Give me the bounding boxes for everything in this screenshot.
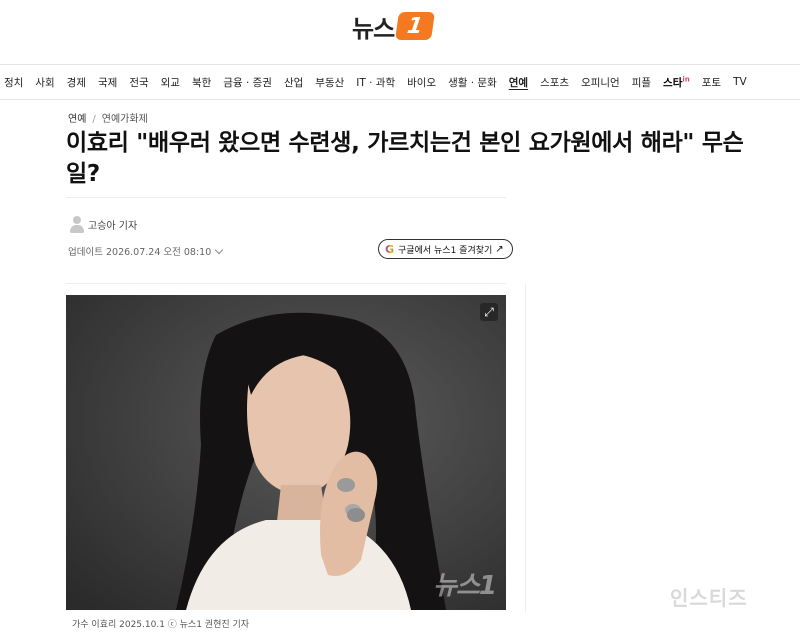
nav-item-people[interactable]: 피플: [626, 75, 657, 90]
google-favorite-button[interactable]: G 구글에서 뉴스1 즐겨찾기 ↗: [378, 239, 513, 259]
photo-illustration: [66, 295, 506, 610]
nav-item-diplomacy[interactable]: 외교: [155, 75, 186, 90]
page-watermark: 인스티즈: [670, 586, 748, 610]
photo-caption: 가수 이효리 2025.10.1 ⓒ 뉴스1 권현진 기자: [72, 620, 250, 630]
nav-item-real-estate[interactable]: 부동산: [309, 75, 350, 90]
google-button-label: 구글에서 뉴스1 즐겨찾기: [398, 245, 493, 256]
nav-item-entertainment[interactable]: 연예: [503, 75, 534, 90]
article-headline: 이효리 "배우러 왔으면 수련생, 가르치는건 본인 요가원에서 해라" 무슨 …: [66, 130, 744, 187]
nav-item-photo[interactable]: 포토: [696, 75, 727, 90]
photo-watermark: 뉴스1: [433, 571, 497, 601]
author-name: 고승아 기자: [88, 221, 138, 232]
nav-item-north-korea[interactable]: 북한: [186, 75, 217, 90]
logo-text: 뉴스: [352, 14, 395, 43]
person-icon: [70, 216, 84, 233]
nav-item-opinion[interactable]: 오피니언: [575, 75, 626, 90]
author-byline[interactable]: 고승아 기자: [70, 216, 137, 233]
nav-item-it-science[interactable]: IT · 과학: [350, 75, 401, 90]
nav-item-bio[interactable]: 바이오: [401, 75, 442, 90]
column-divider: [525, 283, 526, 613]
nav-item-society[interactable]: 사회: [29, 75, 60, 90]
nav-item-finance[interactable]: 금융 · 증권: [217, 75, 278, 90]
breadcrumb-separator: /: [92, 114, 96, 125]
article-photo[interactable]: ⤢ 뉴스1: [66, 295, 506, 610]
nav-item-sports[interactable]: 스포츠: [534, 75, 575, 90]
nav-item-national[interactable]: 전국: [123, 75, 154, 90]
star-suffix: in: [682, 75, 690, 83]
divider: [66, 197, 506, 198]
logo-badge: 1: [395, 12, 436, 40]
breadcrumb-subsection[interactable]: 연예가화제: [102, 114, 148, 125]
update-timestamp[interactable]: 업데이트 2026.07.24 오전 08:10: [68, 244, 224, 258]
star-label: 스타: [663, 76, 683, 89]
chevron-down-icon: [215, 245, 224, 254]
divider: [66, 283, 506, 284]
breadcrumb-section[interactable]: 연예: [68, 114, 86, 125]
nav-item-politics[interactable]: 정치: [0, 75, 29, 90]
main-nav: 정치 사회 경제 국제 전국 외교 북한 금융 · 증권 산업 부동산 IT ·…: [0, 64, 800, 100]
expand-icon[interactable]: ⤢: [480, 303, 498, 321]
nav-item-world[interactable]: 국제: [92, 75, 123, 90]
arrow-up-right-icon: ↗: [495, 243, 504, 255]
nav-item-tv[interactable]: TV: [727, 76, 753, 88]
site-logo[interactable]: 뉴스 1: [352, 10, 436, 43]
nav-item-life-culture[interactable]: 생활 · 문화: [442, 75, 503, 90]
update-text: 업데이트 2026.07.24 오전 08:10: [68, 247, 212, 258]
nav-item-economy[interactable]: 경제: [61, 75, 92, 90]
breadcrumb: 연예 / 연예가화제: [68, 110, 148, 125]
nav-item-industry[interactable]: 산업: [278, 75, 309, 90]
google-icon: G: [385, 242, 395, 256]
nav-item-star-in[interactable]: 스타in: [657, 75, 696, 90]
